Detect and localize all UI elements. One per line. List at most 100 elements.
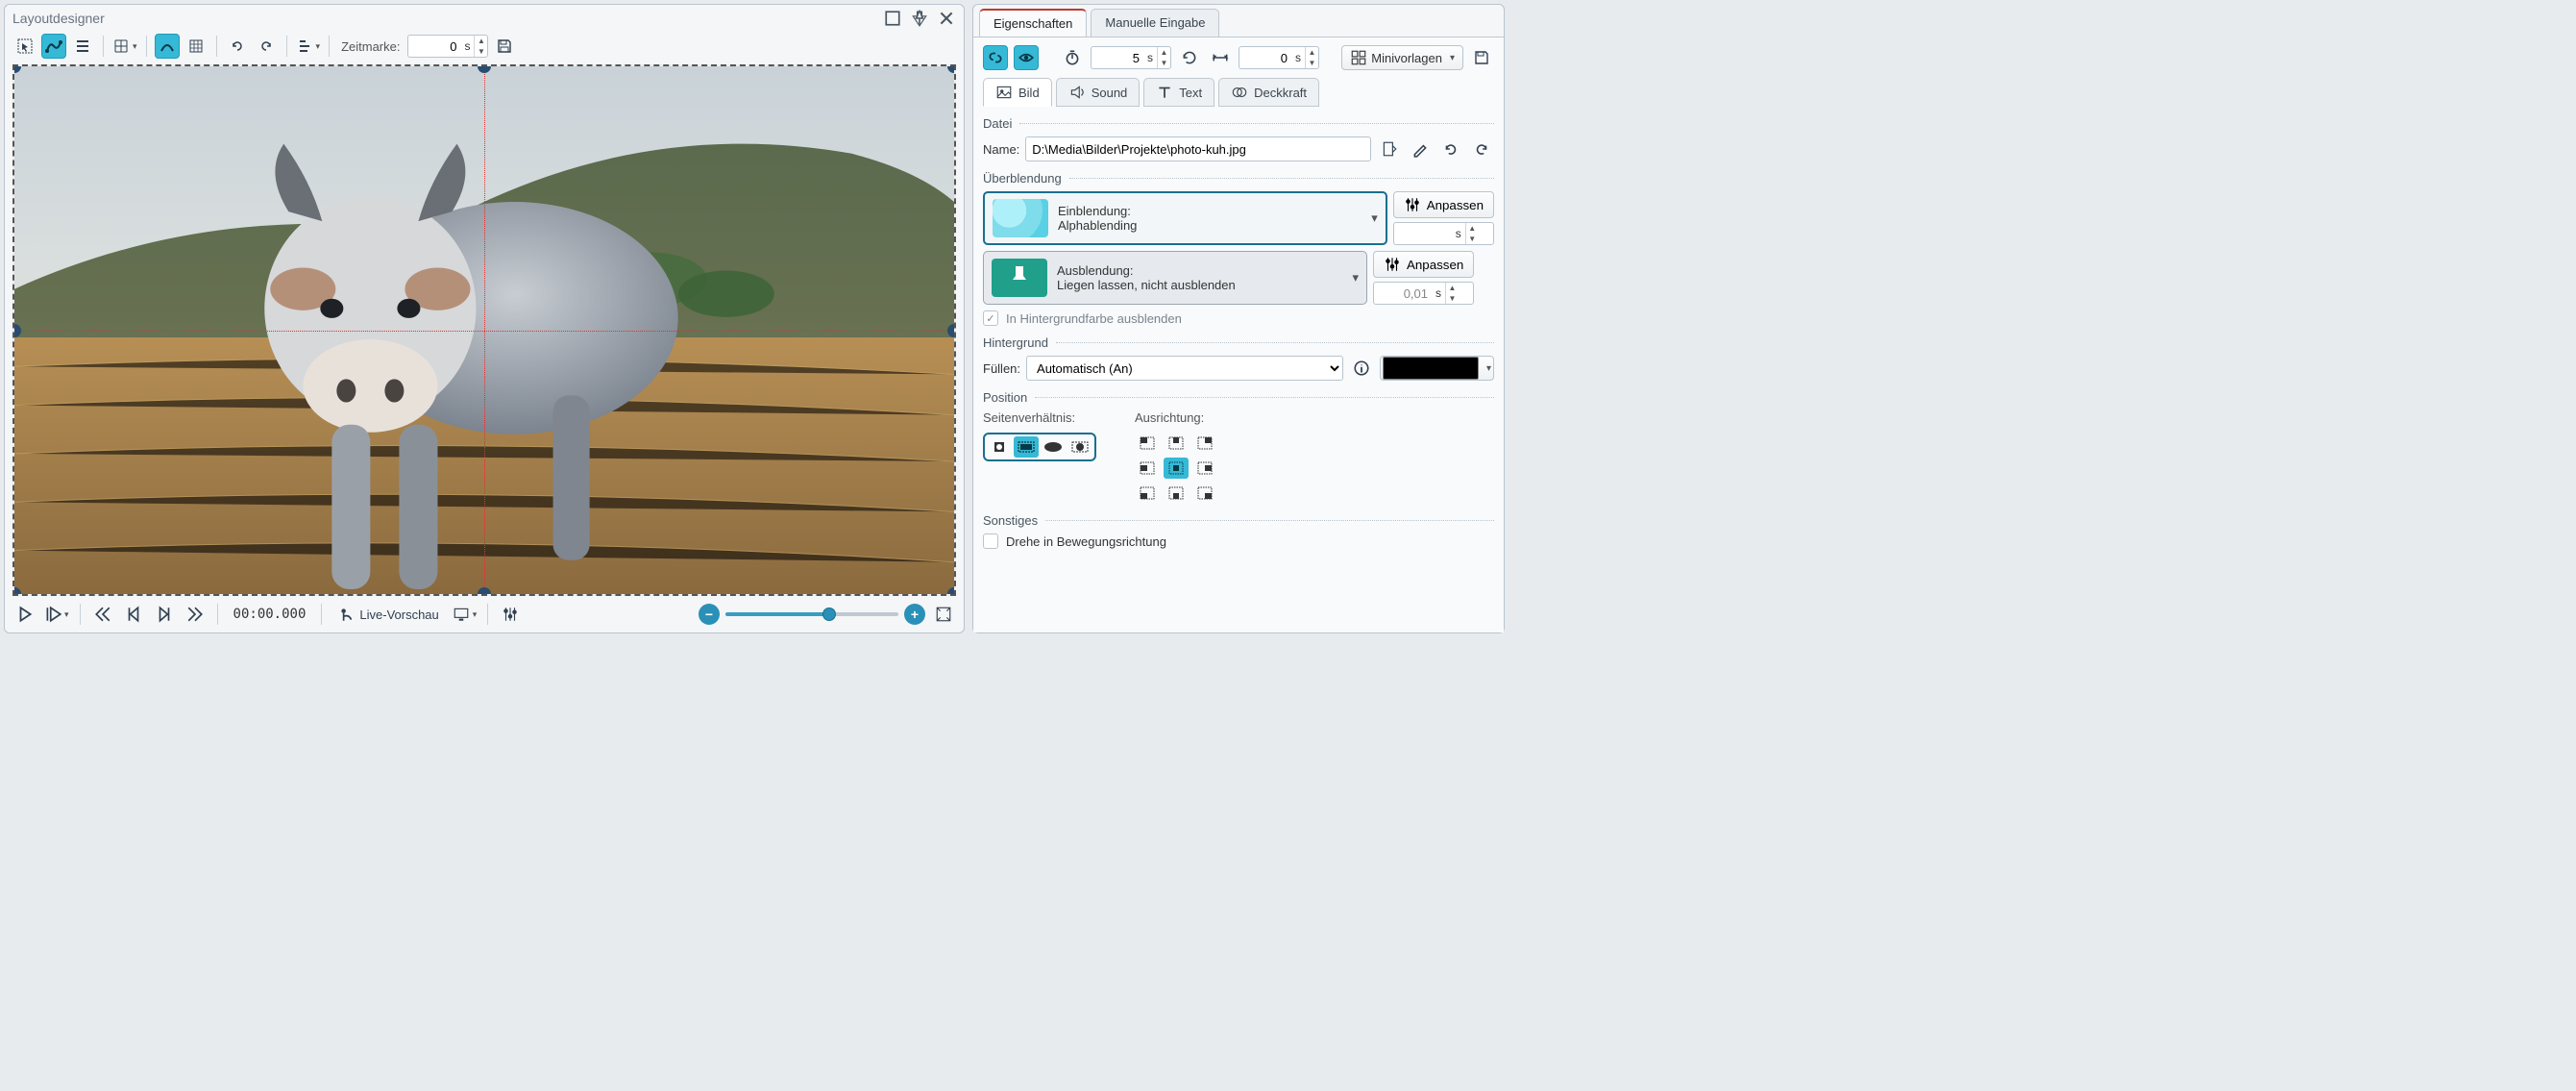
fade-out-adjust-button[interactable]: Anpassen [1373, 251, 1474, 278]
timemark-input[interactable] [408, 36, 460, 57]
mini-templates-dropdown[interactable]: Minivorlagen [1341, 45, 1463, 70]
fade-in-duration-input[interactable] [1394, 223, 1452, 244]
property-subtabs: Bild Sound Text Deckkraft [983, 78, 1494, 107]
fade-out-duration-field[interactable]: s ▲▼ [1373, 282, 1474, 305]
offset-input[interactable] [1239, 47, 1291, 68]
zoom-out-icon[interactable]: − [699, 604, 720, 625]
grid-menu-icon[interactable] [111, 34, 138, 59]
align-mc-icon[interactable] [1164, 458, 1189, 479]
live-preview-button[interactable]: Live-Vorschau [331, 602, 445, 627]
info-icon[interactable] [1349, 356, 1374, 381]
window-pin-icon[interactable] [910, 9, 929, 28]
play-from-icon[interactable] [43, 602, 70, 627]
step-back-icon[interactable] [121, 602, 146, 627]
align-tc-icon[interactable] [1164, 433, 1189, 454]
align-ml-icon[interactable] [1135, 458, 1160, 479]
curve-tool-icon[interactable] [155, 34, 180, 59]
align-label: Ausrichtung: [1135, 410, 1217, 425]
guide-vertical [484, 66, 485, 594]
link-toggle-icon[interactable] [983, 45, 1008, 70]
offset-field[interactable]: s ▲▼ [1239, 46, 1319, 69]
resize-handle[interactable] [947, 587, 956, 596]
fade-out-value: Liegen lassen, nicht ausblenden [1057, 278, 1342, 292]
save-icon[interactable] [492, 34, 517, 59]
section-position: Position [983, 390, 1494, 405]
fade-in-adjust-button[interactable]: Anpassen [1393, 191, 1494, 218]
section-background: Hintergrund [983, 335, 1494, 350]
fade-out-duration-input[interactable] [1374, 283, 1432, 304]
aspect-keep-icon[interactable] [987, 436, 1012, 458]
duration-input[interactable] [1092, 47, 1143, 68]
zoom-fit-icon[interactable] [931, 602, 956, 627]
visibility-icon[interactable] [1014, 45, 1039, 70]
monitor-menu-icon[interactable] [452, 602, 478, 627]
alignment-group: Ausrichtung: [1135, 410, 1217, 504]
properties-body: s ▲▼ s ▲▼ Minivorlagen [973, 37, 1504, 632]
save-preset-icon[interactable] [1469, 45, 1494, 70]
aspect-fill-icon[interactable] [1067, 436, 1092, 458]
step-forward-icon[interactable] [152, 602, 177, 627]
refresh-duration-icon[interactable] [1177, 45, 1202, 70]
bg-color-picker[interactable] [1380, 356, 1494, 381]
skip-start-icon[interactable] [90, 602, 115, 627]
subtab-sound[interactable]: Sound [1056, 78, 1141, 107]
arrange-menu-icon[interactable] [295, 34, 322, 59]
hide-in-bg-checkbox[interactable]: ✓ In Hintergrundfarbe ausblenden [983, 310, 1182, 326]
tab-manual-input[interactable]: Manuelle Eingabe [1091, 9, 1219, 37]
bg-color-swatch [1383, 357, 1479, 380]
fade-in-thumb-icon [993, 199, 1048, 237]
align-tl-icon[interactable] [1135, 433, 1160, 454]
align-bl-icon[interactable] [1135, 483, 1160, 504]
align-tr-icon[interactable] [1192, 433, 1217, 454]
path-tool-icon[interactable] [41, 34, 66, 59]
toolbar-separator [216, 36, 217, 57]
toolbar-separator [103, 36, 104, 57]
aspect-stretch-icon[interactable] [1041, 436, 1066, 458]
window-close-icon[interactable] [937, 9, 956, 28]
align-br-icon[interactable] [1192, 483, 1217, 504]
canvas[interactable] [12, 64, 956, 596]
resize-handle[interactable] [947, 324, 956, 337]
section-misc: Sonstiges [983, 513, 1494, 528]
subtab-opacity[interactable]: Deckkraft [1218, 78, 1319, 107]
settings-sliders-icon[interactable] [498, 602, 523, 627]
zoom-in-icon[interactable]: + [904, 604, 925, 625]
zoom-slider[interactable] [725, 612, 898, 616]
resize-handle[interactable] [478, 587, 491, 596]
reset-file-icon[interactable] [1469, 136, 1494, 161]
list-tool-icon[interactable] [70, 34, 95, 59]
file-path-input[interactable] [1025, 136, 1371, 161]
layout-designer-panel: Layoutdesigner [4, 4, 965, 633]
toolbar-separator [146, 36, 147, 57]
fade-in-duration-field[interactable]: s ▲▼ [1393, 222, 1494, 245]
skip-end-icon[interactable] [183, 602, 208, 627]
main-toolbar: Zeitmarke: s ▲▼ [5, 30, 964, 64]
chevron-down-icon: ▾ [1352, 270, 1359, 285]
duration-field[interactable]: s ▲▼ [1091, 46, 1171, 69]
fade-out-selector[interactable]: Ausblendung: Liegen lassen, nicht ausble… [983, 251, 1367, 305]
align-mr-icon[interactable] [1192, 458, 1217, 479]
subtab-text[interactable]: Text [1143, 78, 1214, 107]
rotate-right-icon[interactable] [254, 34, 279, 59]
rotate-left-icon[interactable] [225, 34, 250, 59]
app-root: Layoutdesigner [0, 0, 1509, 637]
fade-in-selector[interactable]: Einblendung: Alphablending ▾ [983, 191, 1387, 245]
subtab-image[interactable]: Bild [983, 78, 1052, 107]
window-maximize-icon[interactable] [883, 9, 902, 28]
frame-tool-icon[interactable] [184, 34, 209, 59]
timemark-field[interactable]: s ▲▼ [407, 35, 488, 58]
reload-file-icon[interactable] [1438, 136, 1463, 161]
edit-file-icon[interactable] [1408, 136, 1433, 161]
fill-mode-select[interactable]: Automatisch (An) [1026, 356, 1343, 381]
width-icon[interactable] [1208, 45, 1233, 70]
browse-file-icon[interactable] [1377, 136, 1402, 161]
properties-panel: Eigenschaften Manuelle Eingabe s ▲▼ [972, 4, 1505, 633]
aspect-crop-icon[interactable] [1014, 436, 1039, 458]
stopwatch-icon[interactable] [1060, 45, 1085, 70]
toolbar-separator [286, 36, 287, 57]
align-bc-icon[interactable] [1164, 483, 1189, 504]
rotate-direction-checkbox[interactable]: Drehe in Bewegungsrichtung [983, 533, 1166, 549]
play-icon[interactable] [12, 602, 37, 627]
tab-properties[interactable]: Eigenschaften [979, 9, 1087, 37]
select-tool-icon[interactable] [12, 34, 37, 59]
